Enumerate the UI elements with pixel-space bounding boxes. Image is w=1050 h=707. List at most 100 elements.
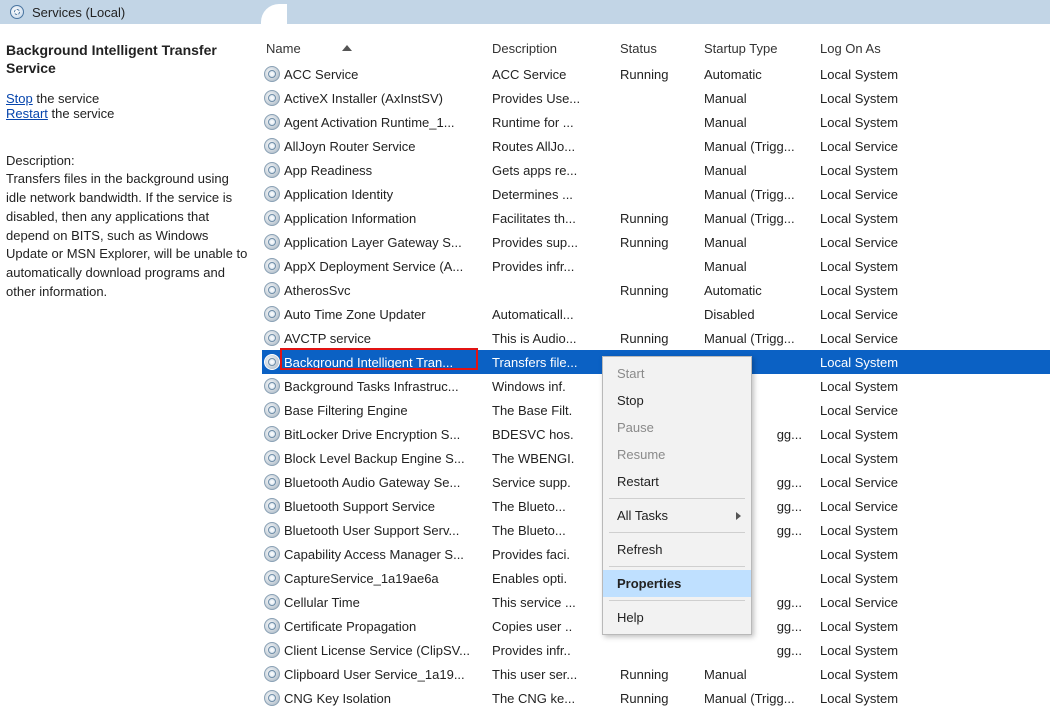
service-row[interactable]: Application InformationFacilitates th...… [262, 206, 1050, 230]
service-row[interactable]: ACC ServiceACC ServiceRunningAutomaticLo… [262, 62, 1050, 86]
service-status: Running [620, 331, 704, 346]
service-name: Application Identity [284, 187, 393, 202]
service-row[interactable]: AtherosSvcRunningAutomaticLocal System [262, 278, 1050, 302]
service-name: CNG Key Isolation [284, 691, 391, 706]
service-name: Background Intelligent Tran... [284, 355, 453, 370]
column-header-name[interactable]: Name [262, 41, 492, 56]
menu-separator [609, 566, 745, 567]
gear-icon [264, 258, 280, 274]
service-logon-as: Local Service [820, 595, 1000, 610]
service-row[interactable]: Auto Time Zone UpdaterAutomaticall...Dis… [262, 302, 1050, 326]
service-name: ActiveX Installer (AxInstSV) [284, 91, 443, 106]
service-startup-type: Manual (Trigg... [704, 211, 820, 226]
submenu-arrow-icon [736, 512, 741, 520]
service-name: Application Layer Gateway S... [284, 235, 462, 250]
stop-link[interactable]: Stop [6, 91, 33, 106]
menu-pause[interactable]: Pause [603, 414, 751, 441]
column-header-startup[interactable]: Startup Type [704, 41, 820, 56]
service-startup-type: Manual [704, 163, 820, 178]
service-logon-as: Local System [820, 571, 1000, 586]
gear-icon [264, 546, 280, 562]
stop-service-line: Stop the service [6, 91, 250, 106]
service-name: Capability Access Manager S... [284, 547, 464, 562]
service-logon-as: Local Service [820, 235, 1000, 250]
service-logon-as: Local System [820, 91, 1000, 106]
description-text: Transfers files in the background using … [6, 170, 250, 302]
service-row[interactable]: Application Layer Gateway S...Provides s… [262, 230, 1050, 254]
service-logon-as: Local Service [820, 331, 1000, 346]
service-logon-as: Local System [820, 379, 1000, 394]
gear-icon [264, 378, 280, 394]
menu-help[interactable]: Help [603, 604, 751, 631]
menu-properties[interactable]: Properties [603, 570, 751, 597]
service-row[interactable]: CNG Key IsolationThe CNG ke...RunningMan… [262, 686, 1050, 707]
menu-start[interactable]: Start [603, 360, 751, 387]
service-logon-as: Local Service [820, 187, 1000, 202]
service-description: Service supp. [492, 475, 620, 490]
service-description: Gets apps re... [492, 163, 620, 178]
gear-icon [264, 66, 280, 82]
service-logon-as: Local System [820, 427, 1000, 442]
service-startup-type: Manual (Trigg... [704, 331, 820, 346]
service-name: Clipboard User Service_1a19... [284, 667, 465, 682]
service-row[interactable]: AVCTP serviceThis is Audio...RunningManu… [262, 326, 1050, 350]
menu-all-tasks[interactable]: All Tasks [603, 502, 751, 529]
service-description: The Blueto... [492, 499, 620, 514]
gear-icon [264, 138, 280, 154]
column-header-status[interactable]: Status [620, 41, 704, 56]
details-pane: Background Intelligent Transfer Service … [0, 34, 262, 707]
service-logon-as: Local Service [820, 307, 1000, 322]
sort-ascending-icon [342, 45, 352, 51]
column-header-row[interactable]: Name Description Status Startup Type Log… [262, 34, 1050, 62]
window-header: Services (Local) [0, 0, 1050, 24]
services-list[interactable]: Name Description Status Startup Type Log… [262, 34, 1050, 707]
service-startup-type: Manual [704, 667, 820, 682]
service-startup-type: Manual [704, 91, 820, 106]
service-name: Cellular Time [284, 595, 360, 610]
service-name: Application Information [284, 211, 416, 226]
menu-resume[interactable]: Resume [603, 441, 751, 468]
menu-stop[interactable]: Stop [603, 387, 751, 414]
service-logon-as: Local Service [820, 475, 1000, 490]
service-name: AVCTP service [284, 331, 371, 346]
service-status: Running [620, 691, 704, 706]
service-name: Bluetooth User Support Serv... [284, 523, 459, 538]
service-description: Provides faci. [492, 547, 620, 562]
column-header-logon[interactable]: Log On As [820, 41, 1000, 56]
menu-restart[interactable]: Restart [603, 468, 751, 495]
service-description: This service ... [492, 595, 620, 610]
service-description: Copies user .. [492, 619, 620, 634]
service-row[interactable]: AllJoyn Router ServiceRoutes AllJo...Man… [262, 134, 1050, 158]
service-row[interactable]: Application IdentityDetermines ...Manual… [262, 182, 1050, 206]
service-row[interactable]: Client License Service (ClipSV... Provide… [262, 638, 1050, 662]
service-description: The Base Filt. [492, 403, 620, 418]
service-logon-as: Local System [820, 451, 1000, 466]
service-logon-as: Local System [820, 67, 1000, 82]
service-name: Block Level Backup Engine S... [284, 451, 465, 466]
service-name: Background Tasks Infrastruc... [284, 379, 459, 394]
gear-icon [264, 522, 280, 538]
service-logon-as: Local System [820, 691, 1000, 706]
service-row[interactable]: Agent Activation Runtime_1...Runtime for… [262, 110, 1050, 134]
tab-curve [0, 24, 1050, 34]
service-name: Certificate Propagation [284, 619, 416, 634]
service-description: Provides infr.. [492, 643, 620, 658]
menu-refresh[interactable]: Refresh [603, 536, 751, 563]
service-name: Client License Service (ClipSV... [284, 643, 470, 658]
service-name: AtherosSvc [284, 283, 350, 298]
gear-icon [264, 594, 280, 610]
gear-icon [264, 666, 280, 682]
service-description: ACC Service [492, 67, 620, 82]
service-startup-type: Automatic [704, 283, 820, 298]
service-description: Provides Use... [492, 91, 620, 106]
service-name: Base Filtering Engine [284, 403, 408, 418]
service-row[interactable]: Clipboard User Service_1a19...This user … [262, 662, 1050, 686]
service-name: CaptureService_1a19ae6a [284, 571, 439, 586]
service-row[interactable]: App ReadinessGets apps re...ManualLocal … [262, 158, 1050, 182]
restart-link[interactable]: Restart [6, 106, 48, 121]
service-row[interactable]: AppX Deployment Service (A...Provides in… [262, 254, 1050, 278]
column-header-description[interactable]: Description [492, 41, 620, 56]
service-logon-as: Local System [820, 523, 1000, 538]
service-row[interactable]: ActiveX Installer (AxInstSV) Provides Use… [262, 86, 1050, 110]
gear-icon [264, 234, 280, 250]
